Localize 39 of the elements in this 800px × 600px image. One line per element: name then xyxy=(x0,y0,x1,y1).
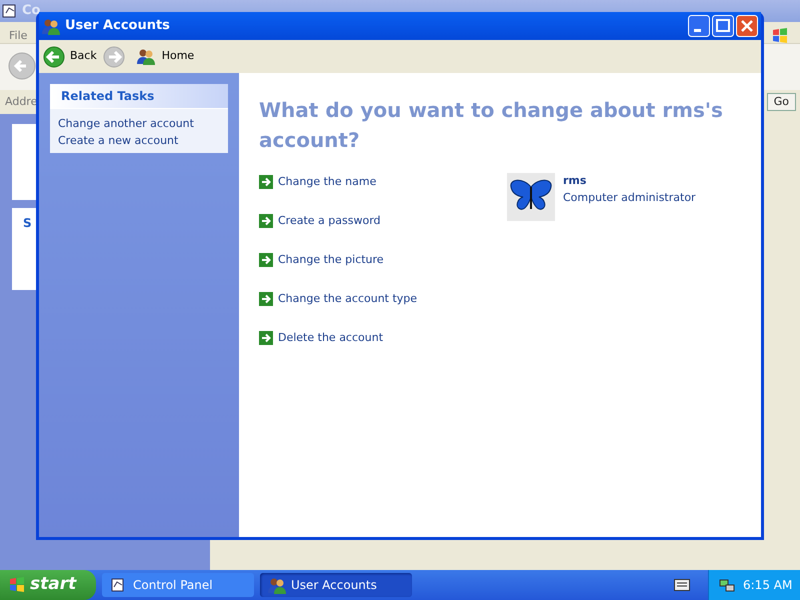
account-name: rms xyxy=(563,173,588,189)
address-label: Addre xyxy=(5,94,38,110)
butterfly-icon xyxy=(507,173,555,221)
task-link[interactable]: Delete the account xyxy=(259,329,507,347)
windows-logo-icon xyxy=(771,27,789,45)
account-type: Computer administrator xyxy=(563,190,696,206)
users-icon xyxy=(136,48,157,66)
task-link[interactable]: Change the name xyxy=(259,173,507,191)
users-icon xyxy=(42,18,60,34)
arrow-icon xyxy=(259,175,273,189)
home-button[interactable]: Home xyxy=(136,48,194,66)
users-icon xyxy=(268,576,286,594)
close-button[interactable] xyxy=(736,15,758,37)
keyboard-icon[interactable] xyxy=(674,579,690,591)
task-link[interactable]: Change the picture xyxy=(259,251,507,269)
task-link[interactable]: Create a new account xyxy=(50,132,228,149)
clock: 6:15 AM xyxy=(743,577,792,594)
panel-heading: Related Tasks xyxy=(50,84,228,109)
taskbar-button[interactable]: Control Panel xyxy=(102,573,254,597)
arrow-icon xyxy=(259,331,273,345)
task-link[interactable]: Change another account xyxy=(50,115,228,132)
go-button[interactable]: Go xyxy=(766,92,796,112)
panel-heading: S xyxy=(23,216,32,230)
window-title: Co xyxy=(22,2,40,20)
task-link[interactable]: Change the account type xyxy=(259,290,507,308)
control-panel-icon xyxy=(2,3,18,19)
maximize-button[interactable] xyxy=(712,15,734,37)
windows-logo-icon xyxy=(8,576,26,594)
taskbar-button[interactable]: User Accounts xyxy=(260,573,412,597)
arrow-icon xyxy=(259,253,273,267)
network-icon[interactable] xyxy=(719,577,735,593)
page-heading: What do you want to change about rms's account? xyxy=(259,97,724,154)
arrow-icon xyxy=(259,214,273,228)
menu-item[interactable]: File xyxy=(9,29,28,42)
window-title: User Accounts xyxy=(65,17,170,36)
arrow-icon xyxy=(259,292,273,306)
minimize-button[interactable] xyxy=(688,15,710,37)
task-link[interactable]: Create a password xyxy=(259,212,507,230)
back-button[interactable]: Back xyxy=(43,46,97,68)
